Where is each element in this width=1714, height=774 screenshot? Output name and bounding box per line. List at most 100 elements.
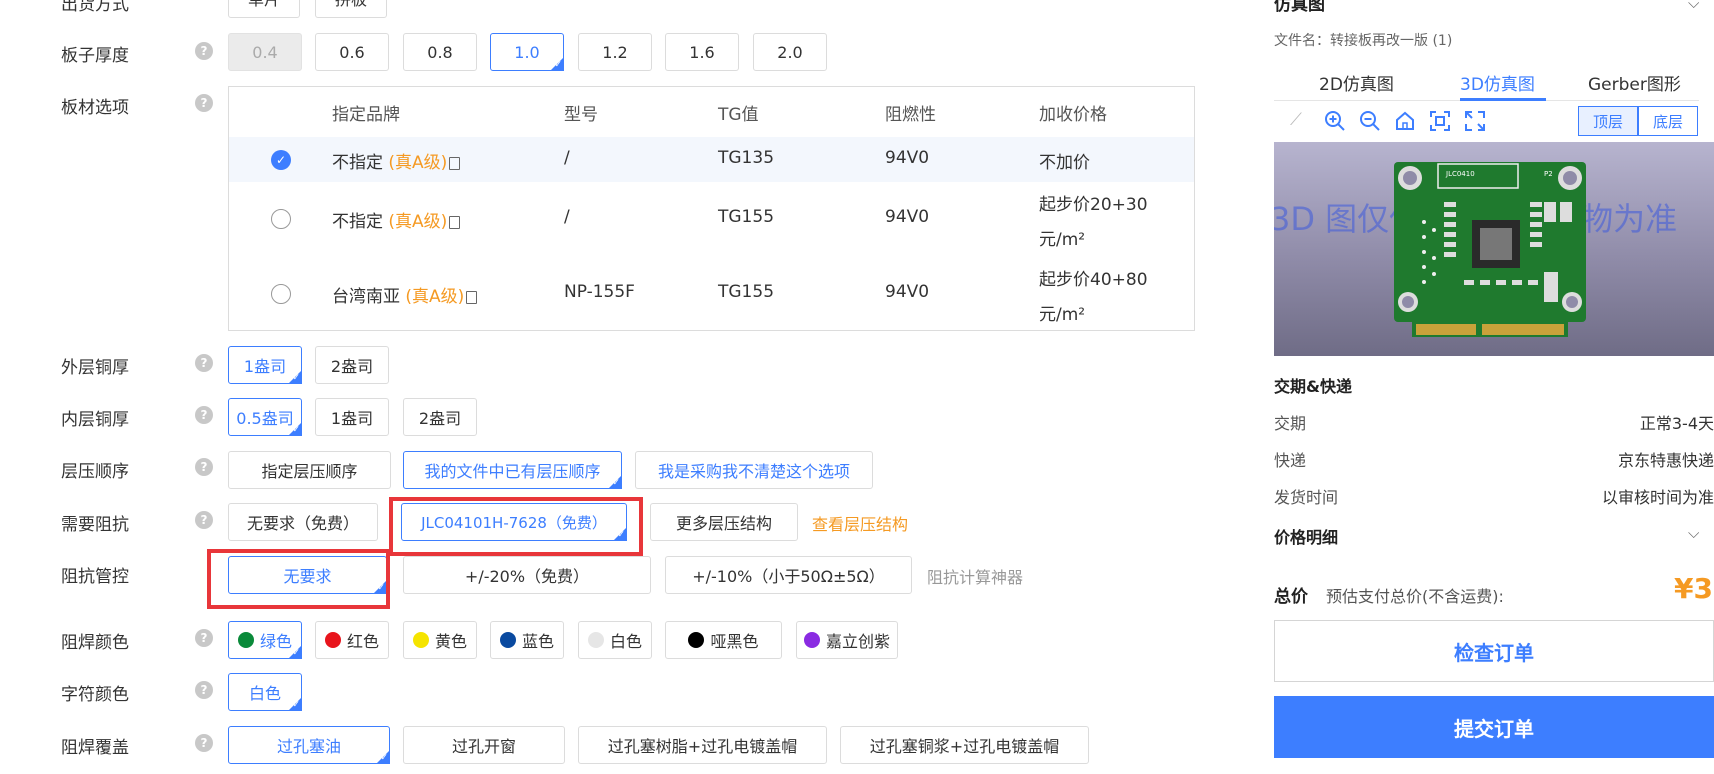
- help-icon[interactable]: ?: [195, 42, 213, 60]
- header-tg: TG值: [718, 105, 759, 125]
- highlight-box: [389, 497, 643, 556]
- stackup-specify[interactable]: 指定层压顺序: [228, 451, 391, 489]
- option-single[interactable]: 单片: [228, 0, 300, 18]
- grade-link[interactable]: (真A级): [405, 287, 464, 307]
- extra-price-unit: 元/m²: [1039, 230, 1086, 250]
- board-silk-text: JLC0410: [1445, 170, 1475, 178]
- help-icon[interactable]: ?: [195, 354, 213, 372]
- help-icon[interactable]: ?: [195, 406, 213, 424]
- impedance-control-20[interactable]: +/-20%（免费）: [403, 556, 651, 594]
- chevron-down-icon[interactable]: ⌵: [1688, 0, 1699, 12]
- material-label: 板材选项: [61, 98, 129, 118]
- mask-cover-open-window[interactable]: 过孔开窗: [403, 726, 565, 764]
- inner-copper-2oz[interactable]: 2盎司: [403, 398, 477, 436]
- impedance-control-label: 阻抗管控: [61, 567, 129, 587]
- help-icon[interactable]: ?: [195, 458, 213, 476]
- header-brand: 指定品牌: [332, 105, 400, 125]
- mask-color-jlc-purple[interactable]: 嘉立创紫: [796, 621, 898, 659]
- zoom-out-icon[interactable]: [1359, 110, 1381, 136]
- mask-color-green[interactable]: 绿色 ✓: [228, 621, 302, 659]
- outer-copper-1oz[interactable]: 1盎司 ✓: [228, 346, 302, 384]
- grade-link[interactable]: (真A级): [388, 153, 447, 173]
- outer-copper-2oz[interactable]: 2盎司: [315, 346, 389, 384]
- brand-name: 台湾南亚: [332, 287, 400, 307]
- radio-checked-icon[interactable]: ✓: [271, 150, 291, 170]
- delivery-key: 发货时间: [1274, 488, 1339, 507]
- color-swatch-icon: [412, 632, 429, 648]
- delivery-value: 正常3-4天: [1639, 414, 1714, 433]
- chevron-down-icon[interactable]: ⌵: [1688, 524, 1699, 542]
- impedance-none[interactable]: 无要求（免费）: [228, 503, 378, 541]
- fullscreen-icon[interactable]: [1464, 110, 1486, 136]
- mask-color-white[interactable]: 白色: [578, 621, 652, 659]
- inner-copper-1oz[interactable]: 1盎司: [315, 398, 389, 436]
- sim-title: 仿真图: [1274, 0, 1325, 15]
- brand-name: 不指定: [332, 212, 383, 232]
- mask-cover-resin-cap[interactable]: 过孔塞树脂+过孔电镀盖帽: [578, 726, 827, 764]
- impedance-control-10[interactable]: +/-10%（小于50Ω±5Ω）: [665, 556, 912, 594]
- help-icon[interactable]: ?: [195, 94, 213, 112]
- tab-2d[interactable]: 2D仿真图: [1319, 70, 1394, 95]
- thickness-option-1.2[interactable]: 1.2: [578, 33, 652, 71]
- impedance-calculator-link[interactable]: 阻抗计算神器: [927, 564, 1023, 588]
- inner-copper-0.5oz[interactable]: 0.5盎司 ✓: [228, 398, 302, 436]
- option-panel[interactable]: 拼板: [315, 0, 387, 18]
- table-row[interactable]: 台湾南亚 (真A级) NP-155F TG155 94V0 起步价40+80 元/…: [229, 257, 1194, 330]
- thickness-option-2.0[interactable]: 2.0: [753, 33, 827, 71]
- bottom-layer-button[interactable]: 底层: [1638, 106, 1698, 136]
- tab-gerber[interactable]: Gerber图形: [1588, 70, 1681, 95]
- total-price: ¥30: [1674, 572, 1714, 605]
- check-order-button[interactable]: 检查订单: [1274, 620, 1714, 682]
- zoom-in-icon[interactable]: [1324, 110, 1346, 136]
- mask-color-yellow[interactable]: 黄色: [403, 621, 477, 659]
- flame-rating: 94V0: [885, 282, 930, 302]
- ruler-icon[interactable]: ⟋: [1290, 110, 1302, 130]
- mask-cover-label: 阻焊覆盖: [61, 738, 129, 758]
- silk-color-white[interactable]: 白色 ✓: [228, 673, 302, 711]
- total-note: 预估支付总价(不含运费):: [1326, 587, 1504, 606]
- material-table: 指定品牌 型号 TG值 阻燃性 加收价格 ✓ 不指定 (真A级) / TG135…: [228, 86, 1195, 331]
- mask-cover-plug-oil[interactable]: 过孔塞油 ✓: [228, 726, 390, 764]
- price-detail-title[interactable]: 价格明细: [1274, 524, 1338, 548]
- color-swatch-icon: [587, 632, 604, 648]
- mask-color-matte-black[interactable]: 哑黑色: [665, 621, 782, 659]
- table-row[interactable]: ✓ 不指定 (真A级) / TG135 94V0 不加价: [229, 137, 1194, 182]
- mask-color-blue[interactable]: 蓝色: [490, 621, 564, 659]
- stackup-in-file[interactable]: 我的文件中已有层压顺序 ✓: [403, 451, 622, 489]
- delivery-title: 交期&快递: [1274, 377, 1352, 396]
- header-price: 加收价格: [1039, 105, 1107, 125]
- pcb-3d-viewport[interactable]: 3D 图仅供参考，以实物为准: [1274, 142, 1714, 356]
- radio-icon[interactable]: [271, 209, 291, 229]
- table-row[interactable]: 不指定 (真A级) / TG155 94V0 起步价20+30 元/m²: [229, 182, 1194, 257]
- thickness-option-0.6[interactable]: 0.6: [315, 33, 389, 71]
- flame-rating: 94V0: [885, 207, 930, 227]
- tab-indicator: [1460, 98, 1546, 101]
- thickness-label: 板子厚度: [61, 46, 129, 66]
- stackup-unsure[interactable]: 我是采购我不清楚这个选项: [635, 451, 873, 489]
- help-icon[interactable]: ?: [195, 629, 213, 647]
- thickness-option-0.8[interactable]: 0.8: [403, 33, 477, 71]
- inner-copper-label: 内层铜厚: [61, 410, 129, 430]
- view-stackup-link[interactable]: 查看层压结构: [812, 511, 908, 535]
- help-icon[interactable]: ?: [195, 734, 213, 752]
- header-model: 型号: [564, 105, 598, 125]
- help-icon[interactable]: ?: [195, 681, 213, 699]
- help-icon[interactable]: ?: [195, 511, 213, 529]
- thickness-option-1.6[interactable]: 1.6: [665, 33, 739, 71]
- home-icon[interactable]: [1394, 110, 1416, 136]
- pdf-icon[interactable]: [449, 157, 461, 170]
- pdf-icon[interactable]: [449, 216, 461, 229]
- delivery-key: 交期: [1274, 414, 1307, 433]
- tab-3d[interactable]: 3D仿真图: [1460, 70, 1535, 95]
- top-layer-button[interactable]: 顶层: [1578, 106, 1638, 136]
- mask-color-red[interactable]: 红色: [315, 621, 389, 659]
- thickness-option-1.0[interactable]: 1.0 ✓: [490, 33, 564, 71]
- submit-order-button[interactable]: 提交订单: [1274, 696, 1714, 758]
- pdf-icon[interactable]: [466, 291, 478, 304]
- fit-view-icon[interactable]: [1429, 110, 1451, 136]
- radio-icon[interactable]: [271, 284, 291, 304]
- mask-cover-copper-cap[interactable]: 过孔塞铜浆+过孔电镀盖帽: [840, 726, 1089, 764]
- grade-link[interactable]: (真A级): [388, 212, 447, 232]
- impedance-more-stackups[interactable]: 更多层压结构: [650, 503, 798, 541]
- tg-value: TG155: [718, 207, 775, 227]
